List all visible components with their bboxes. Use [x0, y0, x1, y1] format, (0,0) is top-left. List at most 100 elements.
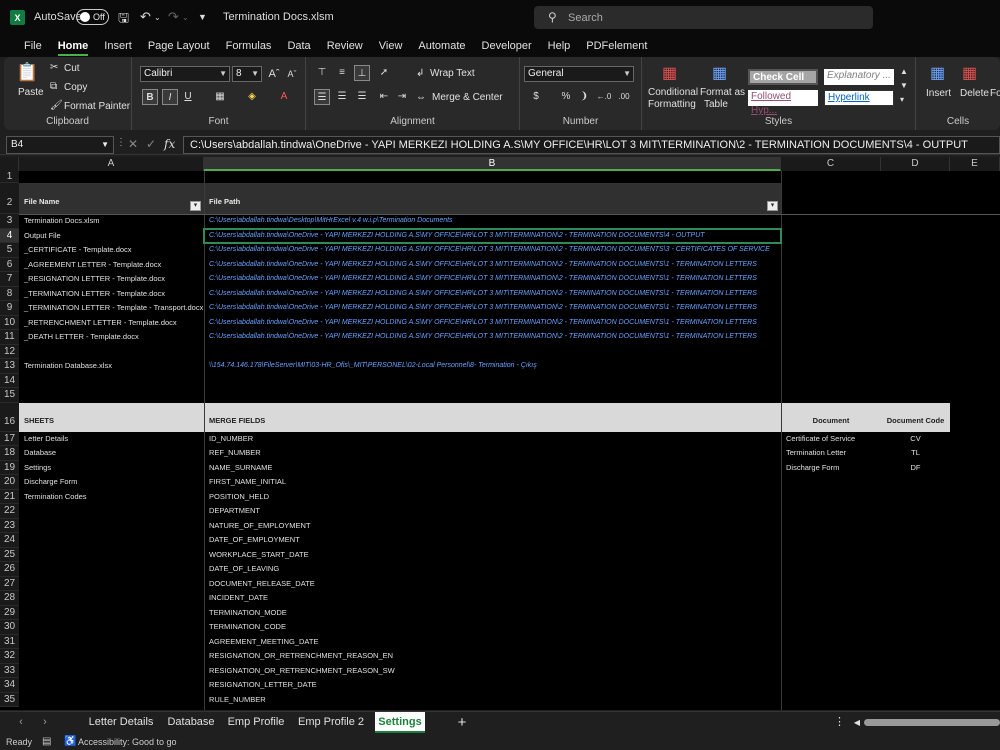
tab-review[interactable]: Review: [319, 35, 371, 57]
row-header-33[interactable]: 33: [0, 663, 19, 678]
merge-field-cell[interactable]: NATURE_OF_EMPLOYMENT: [204, 519, 781, 534]
wrap-text-icon[interactable]: ↲: [416, 68, 424, 79]
align-center-icon[interactable]: ☰: [334, 89, 350, 105]
paste-button[interactable]: Paste: [18, 87, 44, 98]
underline-button[interactable]: U: [180, 89, 196, 105]
decrease-font-icon[interactable]: Aˇ: [284, 66, 300, 82]
sheet-tab-database[interactable]: Database: [162, 712, 220, 733]
row-header-15[interactable]: 15: [0, 388, 19, 403]
row-header-24[interactable]: 24: [0, 533, 19, 548]
align-right-icon[interactable]: ☰: [354, 89, 370, 105]
file-path-cell[interactable]: C:\Users\abdallah.tindwa\OneDrive - YAPI…: [204, 316, 781, 331]
row-header-11[interactable]: 11: [0, 330, 19, 345]
scroll-left-icon[interactable]: ◀: [852, 712, 862, 733]
cut-button[interactable]: Cut: [64, 63, 80, 74]
filter-dropdown-icon[interactable]: ▾: [767, 201, 778, 211]
comma-icon[interactable]: ❩: [576, 89, 592, 105]
insert-cells-icon[interactable]: ▦: [930, 63, 945, 83]
row-header-30[interactable]: 30: [0, 620, 19, 635]
increase-font-icon[interactable]: Aˆ: [266, 66, 282, 82]
merge-field-cell[interactable]: ID_NUMBER: [204, 432, 781, 447]
row-header-35[interactable]: 35: [0, 692, 19, 707]
conditional-label[interactable]: Conditional: [648, 87, 698, 98]
redo-dropdown-icon[interactable]: ⌄: [182, 13, 189, 22]
file-path-cell[interactable]: C:\Users\abdallah.tindwa\OneDrive - YAPI…: [204, 301, 781, 316]
row-header-28[interactable]: 28: [0, 591, 19, 606]
merge-center-button[interactable]: Merge & Center: [432, 92, 503, 103]
wrap-text-button[interactable]: Wrap Text: [430, 68, 475, 79]
filter-dropdown-icon[interactable]: ▾: [190, 201, 201, 211]
row-header-34[interactable]: 34: [0, 678, 19, 693]
file-name-cell[interactable]: Termination Database.xlsx: [19, 359, 204, 374]
borders-icon[interactable]: ▦: [212, 89, 228, 105]
select-all-corner[interactable]: [0, 157, 19, 171]
file-path-cell[interactable]: C:\Users\abdallah.tindwa\OneDrive - YAPI…: [204, 287, 781, 302]
sheet-name-cell[interactable]: Settings: [19, 461, 204, 476]
row-header-31[interactable]: 31: [0, 634, 19, 649]
document-code-cell[interactable]: DF: [881, 461, 950, 476]
row-header-32[interactable]: 32: [0, 649, 19, 664]
row-header-27[interactable]: 27: [0, 576, 19, 591]
column-header-c[interactable]: C: [781, 157, 881, 171]
merge-field-cell[interactable]: INCIDENT_DATE: [204, 591, 781, 606]
row-header-19[interactable]: 19: [0, 460, 19, 475]
row-header-16[interactable]: 16: [0, 402, 19, 432]
accessibility-icon[interactable]: ♿: [64, 736, 76, 747]
font-size-combo[interactable]: 8 ▼: [232, 66, 262, 82]
format-cells-button[interactable]: For: [990, 88, 1000, 99]
undo-dropdown-icon[interactable]: ⌄: [154, 13, 161, 22]
merge-field-cell[interactable]: NAME_SURNAME: [204, 461, 781, 476]
format-painter-button[interactable]: Format Painter: [64, 101, 130, 112]
file-path-cell[interactable]: \\154.74.146.178\FileServer\MIT\03-HR_Of…: [204, 359, 781, 374]
format-painter-icon[interactable]: 🖌: [50, 100, 63, 111]
row-header-26[interactable]: 26: [0, 562, 19, 577]
document-cell[interactable]: Termination Letter: [781, 446, 881, 461]
search-box[interactable]: ⚲ Search: [534, 6, 873, 29]
insert-cells-button[interactable]: Insert: [926, 88, 951, 99]
row-header-13[interactable]: 13: [0, 359, 19, 374]
copy-button[interactable]: Copy: [64, 82, 87, 93]
insert-function-icon[interactable]: fx: [164, 137, 175, 151]
align-middle-icon[interactable]: ≡: [334, 65, 350, 81]
tab-insert[interactable]: Insert: [96, 35, 140, 57]
accessibility-status[interactable]: Accessibility: Good to go: [78, 737, 177, 747]
file-name-cell[interactable]: Output File: [19, 229, 204, 244]
column-header-a[interactable]: A: [19, 157, 204, 171]
merge-field-cell[interactable]: RULE_NUMBER: [204, 693, 781, 708]
table2-header-document[interactable]: Document: [781, 403, 881, 432]
styles-scroll-up-icon[interactable]: ▲: [900, 67, 908, 76]
merge-field-cell[interactable]: TERMINATION_CODE: [204, 620, 781, 635]
row-header-1[interactable]: 1: [0, 171, 19, 183]
row-header-22[interactable]: 22: [0, 504, 19, 519]
percent-icon[interactable]: %: [558, 89, 574, 105]
tab-pdfelement[interactable]: PDFelement: [578, 35, 655, 57]
sheet-tab-settings[interactable]: Settings: [375, 712, 425, 733]
align-bottom-icon[interactable]: ⊥: [354, 65, 370, 81]
formula-input[interactable]: C:\Users\abdallah.tindwa\OneDrive - YAPI…: [183, 136, 1000, 154]
formatting-label[interactable]: Formatting: [648, 99, 696, 110]
row-header-17[interactable]: 17: [0, 431, 19, 446]
tab-automate[interactable]: Automate: [410, 35, 473, 57]
table-label[interactable]: Table: [704, 99, 728, 110]
style-followed-hyperlink[interactable]: Followed Hyp...: [748, 90, 818, 116]
tab-view[interactable]: View: [371, 35, 411, 57]
cut-icon[interactable]: ✂: [50, 62, 58, 73]
merge-field-cell[interactable]: RESIGNATION_OR_RETRENCHMENT_REASON_EN: [204, 649, 781, 664]
name-box[interactable]: B4 ▼: [6, 136, 114, 154]
sheet-tab-letter-details[interactable]: Letter Details: [84, 712, 158, 733]
row-header-7[interactable]: 7: [0, 272, 19, 287]
cancel-icon[interactable]: ✕: [128, 137, 138, 151]
undo-icon[interactable]: ↶: [140, 9, 151, 25]
sheet-tab-emp-profile-2[interactable]: Emp Profile 2: [294, 712, 368, 733]
font-name-combo[interactable]: Calibri ▼: [140, 66, 230, 82]
column-header-d[interactable]: D: [881, 157, 950, 171]
number-format-combo[interactable]: General ▼: [524, 66, 634, 82]
redo-icon[interactable]: ↷: [168, 9, 179, 25]
row-header-14[interactable]: 14: [0, 373, 19, 388]
sheet-tab-emp-profile[interactable]: Emp Profile: [224, 712, 288, 733]
row-header-5[interactable]: 5: [0, 243, 19, 258]
format-as-table-icon[interactable]: ▦: [712, 63, 727, 83]
table2-header-sheets[interactable]: SHEETS: [19, 403, 204, 432]
row-header-29[interactable]: 29: [0, 605, 19, 620]
save-icon[interactable]: 🖫: [118, 9, 129, 31]
